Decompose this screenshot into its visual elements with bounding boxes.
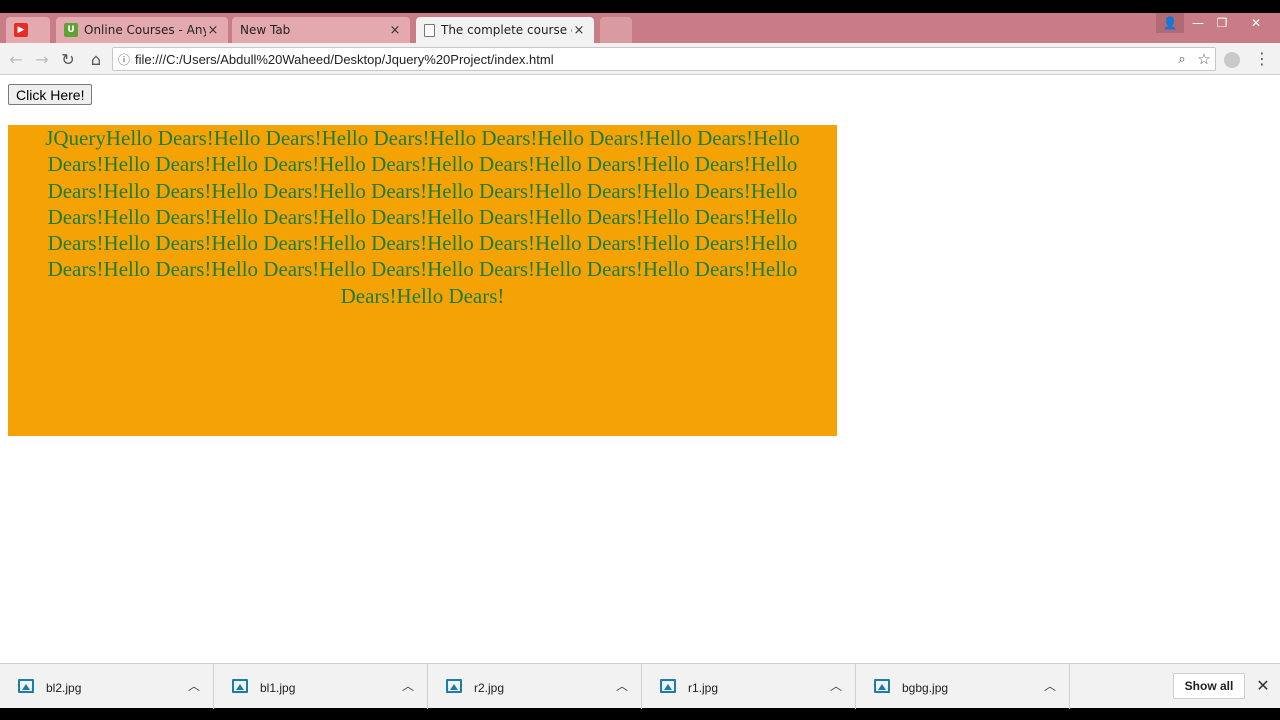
- home-icon[interactable]: ⌂: [86, 49, 106, 69]
- info-icon[interactable]: ⓘ: [113, 51, 135, 68]
- forward-icon[interactable]: →: [32, 49, 52, 69]
- youtube-icon: ▶: [14, 23, 28, 37]
- tab-label: Online Courses - Anytim: [84, 23, 206, 37]
- tab-strip: ▶ × U Online Courses - Anytim × New Tab …: [0, 13, 1280, 43]
- back-icon[interactable]: ←: [6, 49, 26, 69]
- download-item[interactable]: bl1.jpg ︿: [214, 664, 428, 709]
- close-tab-icon[interactable]: ×: [206, 23, 220, 38]
- show-all-button[interactable]: Show all: [1173, 673, 1245, 699]
- chevron-up-icon[interactable]: ︿: [402, 677, 414, 694]
- tab-course[interactable]: The complete course of J ×: [416, 17, 594, 43]
- download-item[interactable]: bl2.jpg ︿: [0, 664, 214, 709]
- zoom-icon[interactable]: ⌕: [1171, 52, 1193, 67]
- url-text[interactable]: file:///C:/Users/Abdull%20Waheed/Desktop…: [135, 52, 1171, 67]
- click-here-button[interactable]: Click Here!: [8, 84, 93, 105]
- page-viewport: Click Here! JQueryHello Dears!Hello Dear…: [0, 75, 1280, 663]
- close-window-icon[interactable]: ✕: [1240, 13, 1272, 33]
- chevron-up-icon[interactable]: ︿: [830, 677, 842, 694]
- content-box: JQueryHello Dears!Hello Dears!Hello Dear…: [8, 125, 837, 436]
- download-filename: r2.jpg: [474, 681, 505, 695]
- page-icon: [424, 23, 435, 37]
- chevron-up-icon[interactable]: ︿: [616, 677, 628, 694]
- menu-icon[interactable]: ⋮: [1254, 49, 1270, 69]
- extension-icon[interactable]: [1224, 52, 1240, 68]
- udemy-icon: U: [64, 23, 78, 37]
- download-filename: bgbg.jpg: [902, 681, 949, 695]
- user-icon[interactable]: 👤: [1156, 13, 1184, 33]
- tab-youtube[interactable]: ▶ ×: [6, 17, 50, 43]
- image-file-icon: [18, 679, 34, 693]
- image-file-icon: [232, 679, 248, 693]
- close-icon[interactable]: ✕: [1254, 676, 1272, 696]
- bookmark-star-icon[interactable]: ☆: [1193, 50, 1215, 68]
- chevron-up-icon[interactable]: ︿: [188, 677, 200, 694]
- download-filename: bl2.jpg: [46, 681, 82, 695]
- download-item[interactable]: r1.jpg ︿: [642, 664, 856, 709]
- close-tab-icon[interactable]: ×: [572, 23, 586, 38]
- download-filename: bl1.jpg: [260, 681, 296, 695]
- download-filename: r1.jpg: [688, 681, 719, 695]
- chevron-up-icon[interactable]: ︿: [1044, 677, 1056, 694]
- browser-window: ▶ × U Online Courses - Anytim × New Tab …: [0, 0, 1280, 720]
- tab-new-tab[interactable]: New Tab ×: [232, 17, 410, 43]
- image-file-icon: [660, 679, 676, 693]
- address-bar[interactable]: ⓘ file:///C:/Users/Abdull%20Waheed/Deskt…: [112, 47, 1216, 71]
- download-item[interactable]: r2.jpg ︿: [428, 664, 642, 709]
- tab-label: New Tab: [240, 23, 291, 37]
- reload-icon[interactable]: ↻: [58, 49, 78, 69]
- tab-label: The complete course of J: [441, 23, 572, 37]
- new-tab-button[interactable]: [600, 17, 632, 43]
- restore-icon[interactable]: ❐: [1208, 13, 1236, 33]
- image-file-icon: [446, 679, 462, 693]
- tab-udemy[interactable]: U Online Courses - Anytim ×: [56, 17, 228, 43]
- image-file-icon: [874, 679, 890, 693]
- toolbar: ← → ↻ ⌂ ⓘ file:///C:/Users/Abdull%20Wahe…: [0, 43, 1280, 75]
- download-item[interactable]: bgbg.jpg ︿: [856, 664, 1070, 709]
- close-tab-icon[interactable]: ×: [388, 23, 402, 38]
- downloads-bar: bl2.jpg ︿ bl1.jpg ︿ r2.jpg ︿ r1.jpg ︿ bg…: [0, 663, 1280, 709]
